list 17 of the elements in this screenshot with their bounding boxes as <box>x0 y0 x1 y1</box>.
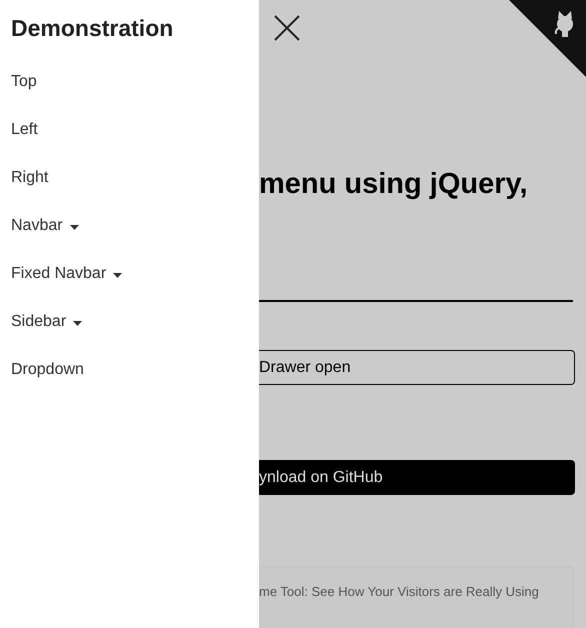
drawer-menu-item[interactable]: Sidebar <box>11 298 82 346</box>
drawer-menu-item[interactable]: Left <box>11 106 38 154</box>
drawer-menu-item[interactable]: Top <box>11 58 37 106</box>
drawer-menu-item[interactable]: Dropdown <box>11 346 84 394</box>
caret-icon <box>70 224 79 230</box>
drawer-menu-item[interactable]: Fixed Navbar <box>11 250 122 298</box>
caret-icon <box>113 272 122 278</box>
page-heading: menu using jQuery, <box>259 167 529 202</box>
close-button[interactable] <box>273 14 301 42</box>
drawer-title: Demonstration <box>10 14 174 43</box>
footer-text: me Tool: See How Your Visitors are Really Using <box>259 584 539 599</box>
download-button[interactable]: ynload on GitHub <box>259 460 575 495</box>
drawer-menu-item[interactable]: Right <box>11 154 48 202</box>
drawer-menu-item[interactable]: Navbar <box>11 202 79 250</box>
github-corner-icon[interactable] <box>509 0 586 77</box>
caret-icon <box>73 320 82 326</box>
drawer-toggle-button[interactable]: Drawer open <box>259 350 575 385</box>
